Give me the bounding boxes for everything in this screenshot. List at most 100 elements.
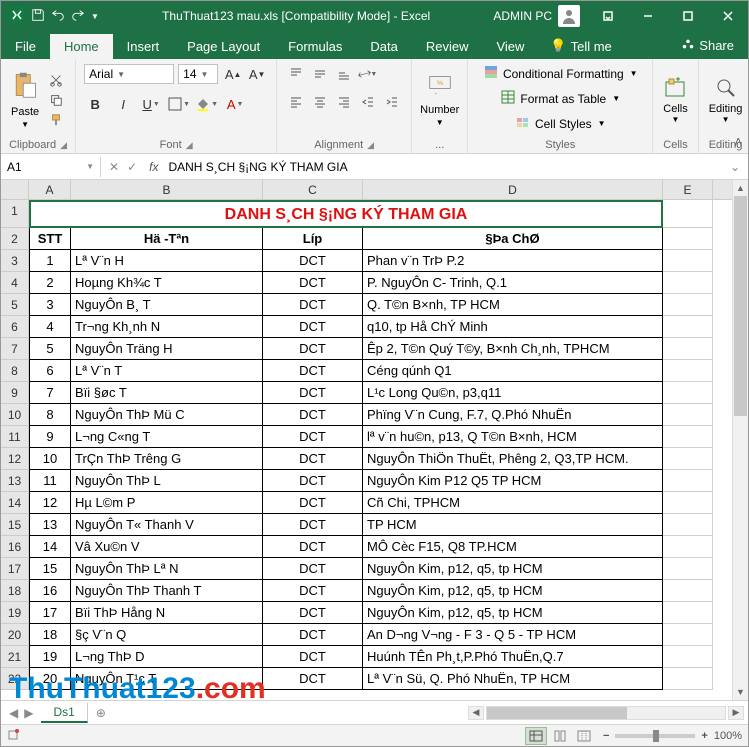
cell[interactable]: An D­¬ng V­¬ng - F 3 - Q 5 - TP HCM xyxy=(363,624,663,646)
cell[interactable] xyxy=(663,382,713,404)
row-header[interactable]: 21 xyxy=(1,646,29,668)
cell[interactable]: Bïi §øc T xyxy=(71,382,263,404)
cell[interactable] xyxy=(663,668,713,690)
page-break-view-button[interactable] xyxy=(573,727,595,745)
header-cell[interactable]: STT xyxy=(29,228,71,250)
cell[interactable]: TrÇn ThÞ Tr­êng G xyxy=(71,448,263,470)
row-header[interactable]: 16 xyxy=(1,536,29,558)
cell[interactable]: L­¬ng C«ng T xyxy=(71,426,263,448)
cell[interactable]: L­¬ng ThÞ D xyxy=(71,646,263,668)
row-header[interactable]: 10 xyxy=(1,404,29,426)
row-header[interactable]: 20 xyxy=(1,624,29,646)
copy-button[interactable] xyxy=(45,91,67,109)
cell[interactable]: 15 xyxy=(29,558,71,580)
cell[interactable] xyxy=(663,602,713,624)
cell[interactable] xyxy=(663,558,713,580)
scroll-down-icon[interactable]: ▼ xyxy=(733,684,748,700)
cell[interactable]: NguyÔn Kim, p12, q5, tp HCM xyxy=(363,580,663,602)
font-color-button[interactable]: A▼ xyxy=(224,93,246,115)
cell[interactable]: NguyÔn T« Thanh V xyxy=(71,514,263,536)
scroll-thumb[interactable] xyxy=(734,196,747,416)
header-cell[interactable]: Líp xyxy=(263,228,363,250)
macro-record-icon[interactable] xyxy=(7,727,21,744)
bold-button[interactable]: B xyxy=(84,93,106,115)
cell[interactable]: Hµ L©m P xyxy=(71,492,263,514)
align-right-button[interactable] xyxy=(333,91,355,113)
cell[interactable]: DCT xyxy=(263,492,363,514)
cell[interactable]: Lª V¨n T xyxy=(71,360,263,382)
cell[interactable]: 14 xyxy=(29,536,71,558)
qat-customize-icon[interactable]: ▼ xyxy=(91,12,99,21)
cell[interactable]: Vâ Xu©n V xyxy=(71,536,263,558)
name-box[interactable]: A1▼ xyxy=(1,157,101,177)
number-format-button[interactable]: %, Number ▼ xyxy=(420,73,459,127)
cell[interactable]: q10, tp Hå ChÝ Minh xyxy=(363,316,663,338)
format-painter-button[interactable] xyxy=(45,111,67,129)
cell[interactable]: 20 xyxy=(29,668,71,690)
cell[interactable]: Lª V¨n H xyxy=(71,250,263,272)
row-header[interactable]: 11 xyxy=(1,426,29,448)
row-header[interactable]: 15 xyxy=(1,514,29,536)
redo-icon[interactable] xyxy=(71,8,85,25)
cell[interactable]: Céng qúnh Q1 xyxy=(363,360,663,382)
cell[interactable]: DCT xyxy=(263,580,363,602)
cell[interactable] xyxy=(663,426,713,448)
cell[interactable] xyxy=(663,250,713,272)
cell[interactable] xyxy=(663,470,713,492)
minimize-button[interactable] xyxy=(628,1,668,31)
cell[interactable]: DCT xyxy=(263,536,363,558)
cell[interactable]: §ç V¨n Q xyxy=(71,624,263,646)
close-button[interactable] xyxy=(708,1,748,31)
cell[interactable]: NguyÔn ThÞ Mü C xyxy=(71,404,263,426)
fx-icon[interactable]: fx xyxy=(145,160,162,174)
sheet-tab[interactable]: Ds1 xyxy=(41,703,87,723)
cell[interactable] xyxy=(663,646,713,668)
tab-page-layout[interactable]: Page Layout xyxy=(173,34,274,59)
cell[interactable]: DCT xyxy=(263,360,363,382)
align-top-button[interactable] xyxy=(285,63,307,85)
user-box[interactable]: ADMIN PC xyxy=(485,5,588,27)
cell[interactable]: Hoµng Kh¾c T xyxy=(71,272,263,294)
row-header[interactable]: 14 xyxy=(1,492,29,514)
cell[interactable] xyxy=(663,404,713,426)
cell[interactable]: Phan v¨n TrÞ P.2 xyxy=(363,250,663,272)
cell[interactable] xyxy=(663,228,713,250)
format-as-table-button[interactable]: Format as Table▼ xyxy=(494,88,626,109)
cut-button[interactable] xyxy=(45,71,67,89)
editing-button[interactable]: Editing ▼ xyxy=(707,74,745,126)
tab-formulas[interactable]: Formulas xyxy=(274,34,356,59)
cell[interactable]: 11 xyxy=(29,470,71,492)
row-header[interactable]: 19 xyxy=(1,602,29,624)
cell[interactable]: 10 xyxy=(29,448,71,470)
row-header[interactable]: 6 xyxy=(1,316,29,338)
cell[interactable]: DCT xyxy=(263,316,363,338)
cell[interactable]: NguyÔn B¸ T xyxy=(71,294,263,316)
cell[interactable]: NguyÔn ThÞ Lª N xyxy=(71,558,263,580)
align-center-button[interactable] xyxy=(309,91,331,113)
cell[interactable]: lª v¨n hu©n, p13, Q T©n B×nh, HCM xyxy=(363,426,663,448)
select-all-corner[interactable] xyxy=(1,180,29,199)
cell[interactable]: NguyÔn ThiÖn ThuËt, Ph­êng 2, Q3,TP HCM. xyxy=(363,448,663,470)
save-icon[interactable] xyxy=(31,8,45,25)
cell[interactable] xyxy=(663,360,713,382)
cell[interactable]: DCT xyxy=(263,448,363,470)
cell[interactable]: Tr­¬ng Kh¸nh N xyxy=(71,316,263,338)
row-header[interactable]: 13 xyxy=(1,470,29,492)
cell[interactable]: 4 xyxy=(29,316,71,338)
scroll-right-icon[interactable]: ▶ xyxy=(728,706,744,720)
cell[interactable]: 9 xyxy=(29,426,71,448)
tab-home[interactable]: Home xyxy=(50,34,113,59)
align-left-button[interactable] xyxy=(285,91,307,113)
dialog-launcher-icon[interactable]: ◢ xyxy=(186,140,193,151)
cell[interactable] xyxy=(663,294,713,316)
border-button[interactable]: ▼ xyxy=(168,93,190,115)
scroll-up-icon[interactable]: ▲ xyxy=(733,180,748,196)
zoom-slider[interactable] xyxy=(615,734,695,738)
underline-button[interactable]: U▼ xyxy=(140,93,162,115)
cell[interactable]: DCT xyxy=(263,624,363,646)
cell[interactable]: NguyÔn Träng H xyxy=(71,338,263,360)
scroll-thumb[interactable] xyxy=(487,707,627,719)
cell[interactable]: NguyÔn T¹c T xyxy=(71,668,263,690)
cell[interactable] xyxy=(663,492,713,514)
row-header[interactable]: 8 xyxy=(1,360,29,382)
